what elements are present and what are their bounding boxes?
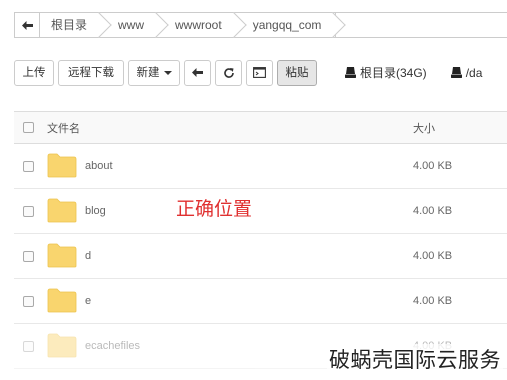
disk-data-label: /da — [465, 65, 483, 80]
folder-icon — [47, 153, 77, 178]
hdd-icon — [450, 67, 462, 78]
row-checkbox[interactable] — [23, 250, 34, 262]
table-row[interactable]: about 4.00 KB — [14, 144, 507, 189]
breadcrumb-label: yangqq_com — [252, 18, 322, 32]
watermark-text: 破蜗壳国际云服务 — [327, 344, 503, 374]
breadcrumb-label: wwwroot — [175, 18, 222, 32]
refresh-icon — [223, 67, 234, 78]
arrow-left-icon — [21, 20, 33, 30]
folder-icon — [47, 288, 77, 313]
caret-down-icon — [163, 70, 172, 75]
col-size-header[interactable]: 大小 — [413, 120, 435, 136]
file-table: 文件名 大小 about 4.00 KB blog 4.00 KB d 4.00… — [14, 111, 507, 369]
new-dropdown-button[interactable]: 新建 — [128, 59, 180, 86]
table-header: 文件名 大小 — [14, 111, 507, 144]
col-name-header[interactable]: 文件名 — [47, 120, 80, 136]
select-all-checkbox[interactable] — [23, 122, 34, 133]
folder-icon — [47, 243, 77, 268]
annotation-label: 正确位置 — [176, 198, 253, 220]
new-label: 新建 — [136, 66, 160, 79]
file-manager: 根目录 www wwwroot yangqq_com 上传 远程下载 新建 粘贴… — [0, 0, 507, 380]
file-size: 4.00 KB — [413, 295, 453, 307]
breadcrumb-item-yangqq[interactable]: yangqq_com — [235, 13, 336, 37]
folder-icon — [47, 333, 77, 358]
table-row[interactable]: blog 4.00 KB — [14, 189, 507, 234]
arrow-left-icon — [192, 68, 203, 77]
upload-button[interactable]: 上传 — [14, 59, 54, 86]
folder-icon — [47, 198, 77, 223]
file-size: 4.00 KB — [413, 250, 453, 262]
file-size: 4.00 KB — [413, 205, 453, 217]
breadcrumb-item-wwwroot[interactable]: wwwroot — [158, 13, 236, 37]
file-name[interactable]: blog — [85, 205, 106, 217]
row-checkbox[interactable] — [23, 340, 34, 352]
breadcrumb-back-button[interactable] — [14, 12, 40, 38]
disk-root-link[interactable]: 根目录(34G) — [345, 64, 427, 81]
hdd-icon — [345, 67, 356, 78]
remote-download-button[interactable]: 远程下载 — [58, 59, 124, 86]
paste-button[interactable]: 粘贴 — [277, 59, 317, 86]
file-name[interactable]: ecachefiles — [85, 340, 140, 352]
breadcrumb-label: www — [118, 18, 145, 32]
breadcrumb-path-area[interactable] — [336, 12, 507, 38]
file-size: 4.00 KB — [413, 160, 453, 172]
toolbar: 上传 远程下载 新建 粘贴 根目录(34G) /da — [14, 59, 482, 86]
row-checkbox[interactable] — [23, 205, 34, 217]
back-button[interactable] — [184, 59, 211, 86]
breadcrumb: 根目录 www wwwroot yangqq_com — [14, 12, 507, 38]
file-name[interactable]: e — [85, 295, 91, 307]
row-checkbox[interactable] — [23, 160, 34, 172]
refresh-button[interactable] — [215, 59, 242, 86]
terminal-button[interactable] — [246, 59, 273, 86]
breadcrumb-label: 根目录 — [51, 18, 88, 32]
file-name[interactable]: about — [85, 160, 113, 172]
disk-data-link[interactable]: /da — [450, 65, 483, 80]
table-row[interactable]: d 4.00 KB — [14, 234, 507, 279]
disk-root-label: 根目录(34G) — [360, 66, 427, 80]
breadcrumb-item-root[interactable]: 根目录 — [40, 13, 102, 37]
file-name[interactable]: d — [85, 250, 91, 262]
row-checkbox[interactable] — [23, 295, 34, 307]
terminal-icon — [253, 67, 266, 78]
table-row[interactable]: e 4.00 KB — [14, 279, 507, 324]
